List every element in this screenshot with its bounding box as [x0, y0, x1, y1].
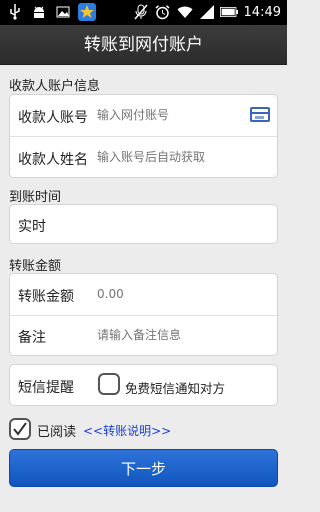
wifi-icon [176, 3, 194, 21]
android-icon [30, 3, 48, 21]
next-step-button[interactable]: 下一步 [9, 449, 278, 487]
usb-icon [6, 3, 24, 21]
amount-section-label: 转账金额 [9, 259, 62, 274]
amount-row: 转账金额 [10, 274, 277, 316]
payee-card: 收款人账号 收款人姓名 [9, 94, 278, 178]
agreement-checkbox[interactable] [9, 418, 31, 440]
amount-input[interactable] [97, 287, 247, 301]
arrival-time-value: 实时 [18, 219, 46, 235]
sms-label: 短信提醒 [18, 380, 74, 396]
note-input[interactable] [97, 328, 247, 342]
signal-icon [198, 3, 216, 21]
payee-account-row: 收款人账号 [10, 95, 277, 137]
amount-card: 转账金额 备注 [9, 273, 278, 356]
status-bar: 14:49 [0, 0, 287, 25]
alarm-icon [154, 3, 172, 21]
arrival-time-selector[interactable]: 实时 [9, 204, 278, 244]
sms-notify-text: 免费短信通知对方 [125, 381, 226, 396]
star-app-icon [78, 3, 96, 21]
sms-notify-checkbox[interactable] [98, 373, 120, 395]
note-label: 备注 [18, 330, 46, 346]
sms-card: 短信提醒 免费短信通知对方 [9, 364, 278, 406]
bank-card-icon[interactable] [250, 107, 270, 122]
transfer-instructions-link[interactable]: <<转账说明>> [83, 422, 171, 439]
image-icon [54, 3, 72, 21]
payee-name-label: 收款人姓名 [18, 152, 88, 168]
payee-name-input[interactable] [97, 150, 267, 164]
page-title: 转账到网付账户 [0, 25, 287, 65]
checkmark-icon [13, 422, 27, 436]
arrival-section-label: 到账时间 [9, 190, 62, 205]
no-mic-icon [132, 3, 150, 21]
payee-section-label: 收款人账户信息 [9, 79, 101, 94]
battery-icon [219, 3, 238, 21]
payee-name-row: 收款人姓名 [10, 137, 277, 179]
clock-time: 14:49 [243, 4, 281, 20]
agreement-read-text: 已阅读 [37, 425, 77, 440]
payee-account-label: 收款人账号 [18, 110, 88, 126]
note-row: 备注 [10, 315, 277, 357]
amount-label: 转账金额 [18, 289, 74, 305]
payee-account-input[interactable] [97, 108, 247, 122]
